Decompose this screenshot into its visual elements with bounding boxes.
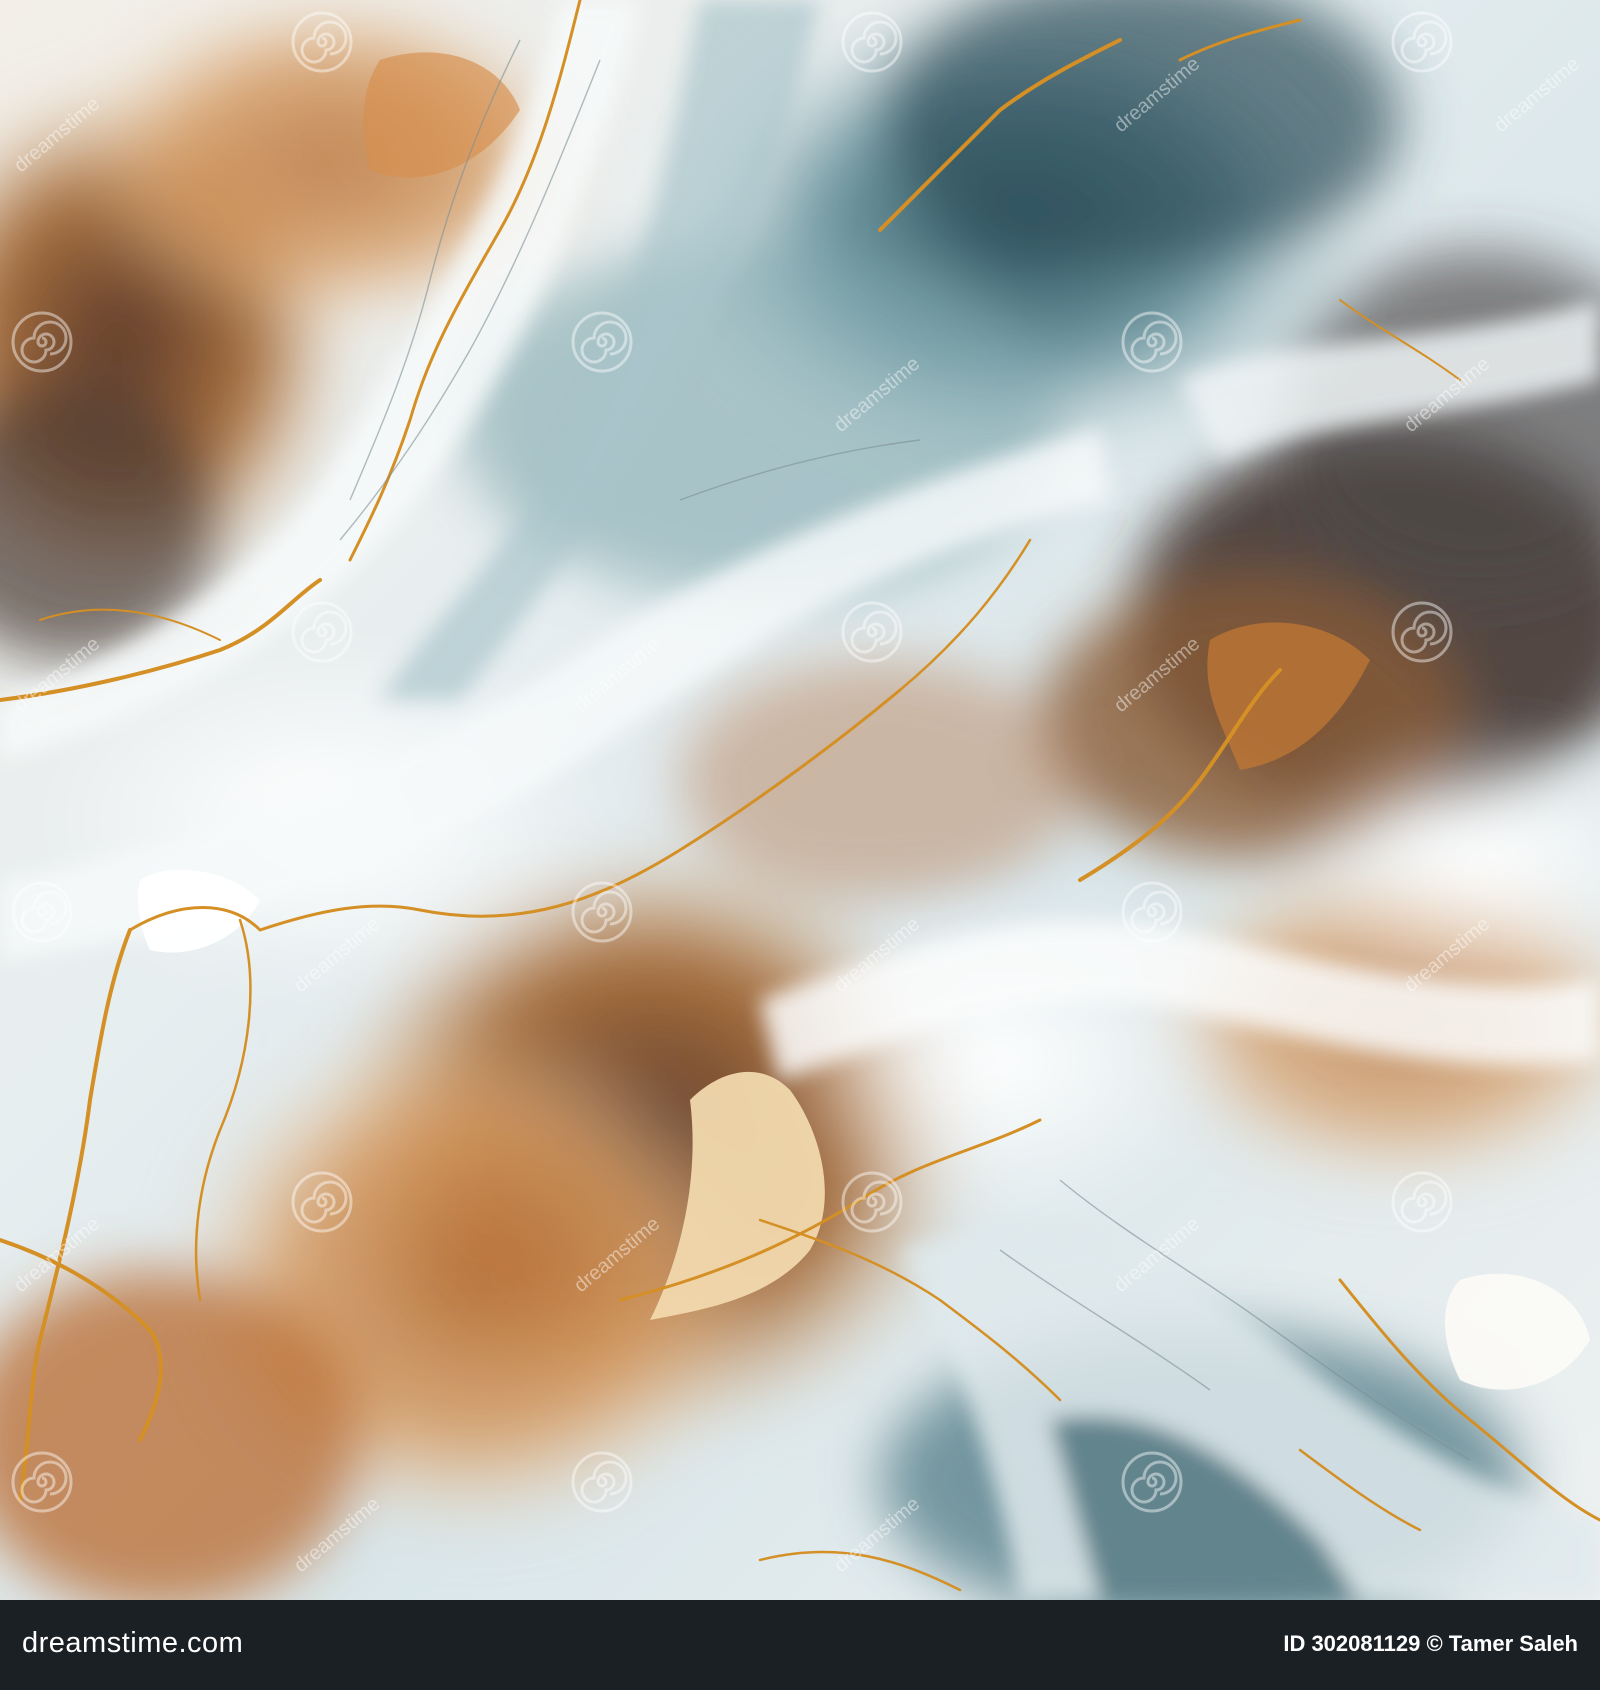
dreamstime-logo-text: dreamstime.com [22, 1627, 244, 1659]
image-id-credit: ID 302081129 © Tamer Saleh [1283, 1631, 1578, 1656]
stock-footer-bar: dreamstime.com ID 302081129 © Tamer Sale… [0, 1600, 1600, 1690]
marble-texture-image: dreamstime dreamstime dreamstime dreamst… [0, 0, 1600, 1600]
stock-photo: dreamstime dreamstime dreamstime dreamst… [0, 0, 1600, 1690]
